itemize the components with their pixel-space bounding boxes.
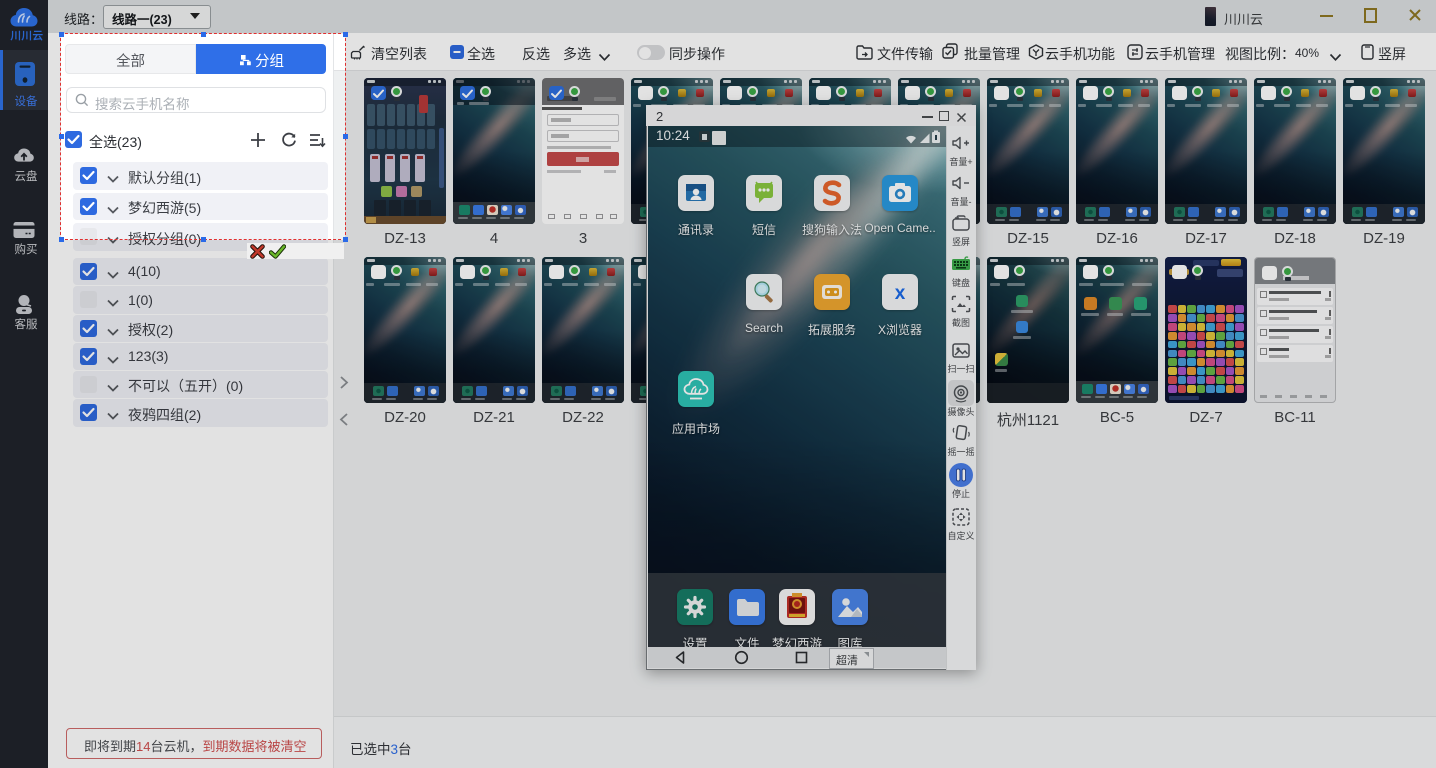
svg-text:x: x: [895, 283, 906, 304]
